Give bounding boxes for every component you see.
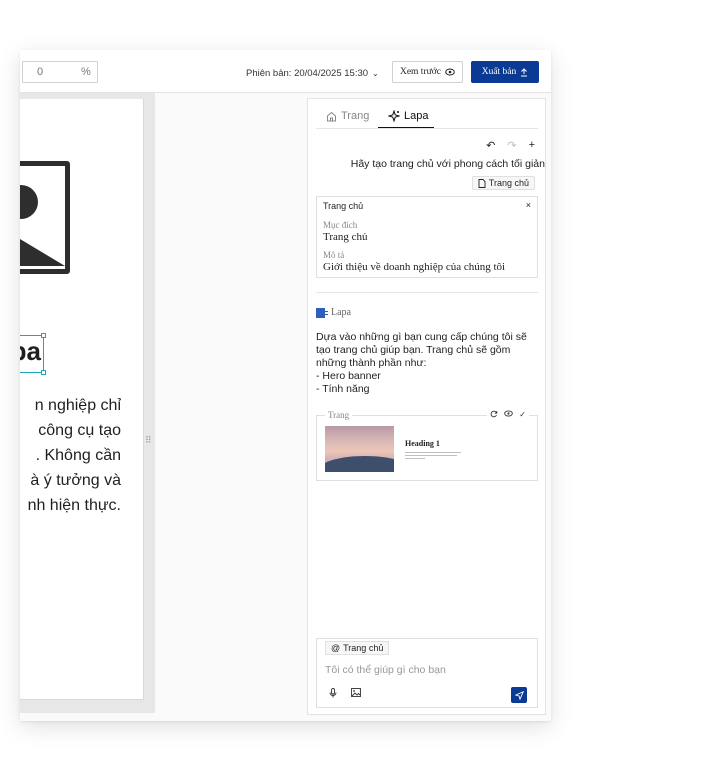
user-prompt-chip[interactable]: Trang chủ	[471, 176, 535, 190]
divider	[316, 292, 538, 293]
resize-handle[interactable]	[41, 370, 46, 375]
assistant-panel: Trang Lapa ↶ ↷ + Hãy tạo trang chủ với p…	[307, 98, 546, 715]
mention-chip[interactable]: @ Trang chủ	[325, 641, 390, 655]
tab-lapa[interactable]: Lapa	[388, 110, 428, 122]
drag-handle-icon[interactable]: ⠿	[145, 435, 152, 446]
publish-label: Xuất bản	[481, 67, 517, 77]
send-button[interactable]	[511, 687, 527, 703]
tab-label: Lapa	[404, 110, 429, 122]
description-value: Giới thiệu về doanh nghiệp của chúng tôi	[323, 261, 506, 273]
eye-icon[interactable]	[504, 410, 514, 419]
thumbnail-hill	[325, 456, 394, 472]
undo-icon[interactable]: ↶	[486, 139, 495, 152]
assistant-name: Lapa	[331, 307, 351, 318]
preview-label: Xem trước	[399, 67, 442, 77]
redo-icon[interactable]: ↷	[507, 139, 516, 152]
refresh-icon[interactable]	[490, 410, 498, 419]
heading-text: pa	[20, 336, 41, 366]
zoom-input[interactable]: 0 %	[22, 61, 98, 83]
body-paragraph[interactable]: n nghiệp chỉ công cụ tạo . Không cần à ý…	[28, 393, 121, 518]
message-line: tạo trang chủ giúp bạn. Trang chủ sẽ gồm	[316, 344, 511, 356]
version-label: Phiên bản: 20/04/2025 15:30	[246, 68, 369, 79]
sparkle-icon	[388, 110, 400, 122]
context-title: Trang chủ	[323, 201, 364, 211]
zoom-unit: %	[81, 66, 91, 78]
microphone-icon[interactable]	[329, 688, 337, 698]
preview-button[interactable]: Xem trước	[392, 61, 463, 83]
resize-handle[interactable]	[41, 333, 46, 338]
body-line: nh hiện thực.	[27, 497, 121, 514]
image-icon[interactable]	[351, 688, 361, 698]
mention-label: Trang chủ	[343, 643, 384, 653]
page-card-actions: ✓	[487, 410, 529, 419]
file-icon	[478, 178, 486, 188]
send-icon	[514, 690, 524, 700]
divider	[316, 128, 538, 129]
composer-tools	[329, 688, 361, 698]
chat-input[interactable]: Tôi có thể giúp gì cho bạn	[325, 664, 446, 676]
page-preview[interactable]: pa n nghiệp chỉ công cụ tạo . Không cần …	[20, 99, 144, 700]
chevron-down-icon: ⌄	[372, 69, 379, 78]
generated-page-card[interactable]: Trang ✓ Heading 1	[316, 410, 538, 481]
chip-label: Trang chủ	[488, 178, 529, 188]
close-icon[interactable]: ×	[526, 200, 531, 210]
version-dropdown[interactable]: Phiên bản: 20/04/2025 15:30 ⌄	[246, 68, 379, 79]
publish-button[interactable]: Xuất bản	[471, 61, 539, 83]
message-line: những thành phần như:	[316, 357, 427, 369]
top-toolbar: 0 % Phiên bản: 20/04/2025 15:30 ⌄ Xem trư…	[20, 50, 551, 93]
tab-trang[interactable]: Trang	[326, 110, 369, 122]
eye-icon	[445, 68, 455, 76]
body-line: n nghiệp chỉ	[34, 397, 121, 414]
body-line: công cụ tạo	[38, 422, 121, 439]
chat-composer: @ Trang chủ Tôi có thể giúp gì cho bạn	[316, 638, 538, 708]
user-prompt: Hãy tạo trang chủ với phong cách tối giả…	[350, 158, 545, 170]
assistant-logo-icon	[316, 307, 328, 318]
thumbnail-heading: Heading 1	[405, 439, 440, 448]
context-card: Trang chủ × Mục đích Trang chủ Mô tả Giớ…	[316, 196, 538, 278]
image-placeholder-icon[interactable]	[20, 161, 70, 274]
message-line: - Hero banner	[316, 370, 381, 382]
plus-icon[interactable]: +	[529, 139, 535, 152]
app-window: 0 % Phiên bản: 20/04/2025 15:30 ⌄ Xem trư…	[20, 50, 551, 721]
history-controls: ↶ ↷ +	[486, 139, 535, 152]
panel-tabs: Trang Lapa	[308, 99, 545, 129]
message-line: - Tính năng	[316, 383, 370, 395]
check-icon[interactable]: ✓	[519, 410, 526, 419]
body-line: . Không cần	[35, 447, 121, 464]
upload-icon	[520, 67, 528, 77]
purpose-label: Mục đích	[323, 220, 358, 230]
description-label: Mô tả	[323, 250, 345, 260]
message-line: Dựa vào những gì bạn cung cấp chúng tôi …	[316, 331, 527, 343]
assistant-message: Dựa vào những gì bạn cung cấp chúng tôi …	[316, 331, 542, 396]
at-icon: @	[331, 643, 341, 653]
page-card-legend: Trang	[325, 410, 353, 420]
page-thumbnail	[325, 426, 394, 472]
selected-heading[interactable]: pa	[20, 335, 44, 373]
tab-label: Trang	[341, 110, 370, 122]
editor-canvas[interactable]: pa n nghiệp chỉ công cụ tạo . Không cần …	[20, 93, 155, 713]
home-icon	[326, 111, 337, 122]
assistant-header: Lapa	[316, 307, 351, 318]
purpose-value: Trang chủ	[323, 231, 368, 243]
thumbnail-text-lines	[405, 452, 461, 461]
zoom-value: 0	[37, 66, 44, 78]
body-line: à ý tưởng và	[30, 472, 121, 489]
